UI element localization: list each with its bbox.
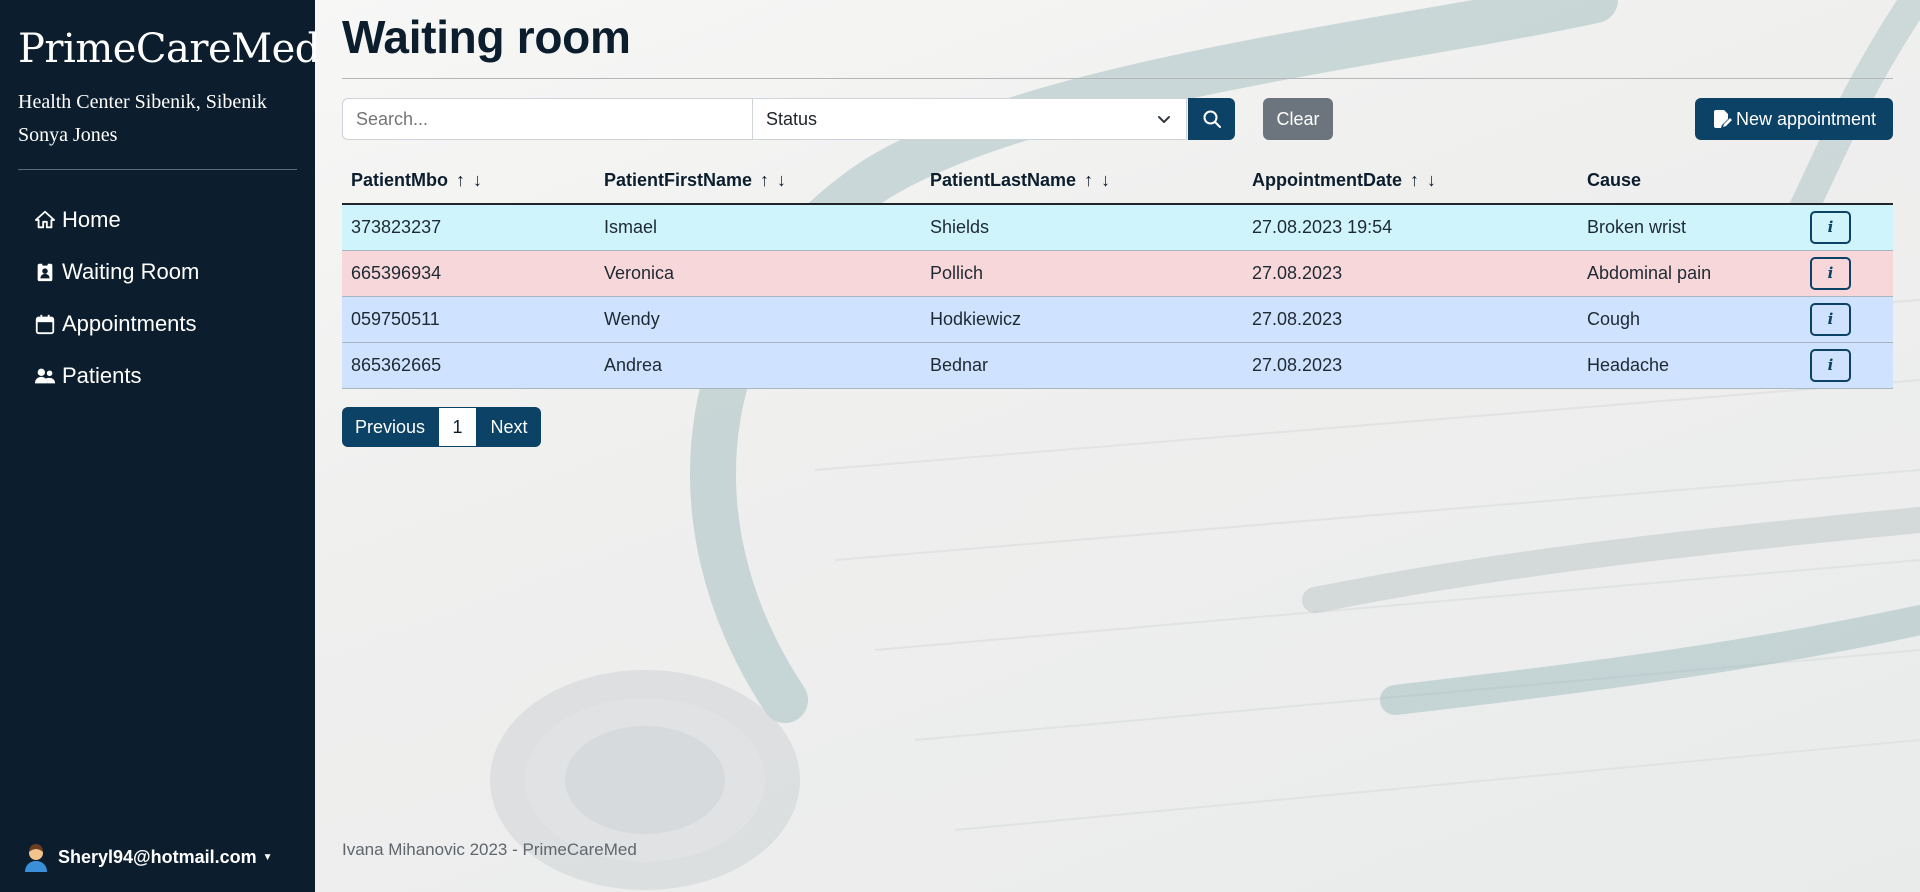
home-icon bbox=[34, 209, 60, 231]
previous-page-button[interactable]: Previous bbox=[342, 407, 438, 447]
cell-cause: Broken wrist bbox=[1578, 204, 1801, 251]
sort-asc-icon[interactable]: ↑ bbox=[456, 170, 465, 191]
file-edit-icon bbox=[1713, 110, 1732, 128]
cell-first-name: Ismael bbox=[595, 204, 921, 251]
info-button[interactable]: i bbox=[1810, 302, 1851, 336]
clear-button[interactable]: Clear bbox=[1263, 98, 1333, 140]
users-icon bbox=[34, 365, 60, 387]
sidebar-item-patients[interactable]: Patients bbox=[34, 350, 199, 402]
sort-asc-icon[interactable]: ↑ bbox=[760, 170, 769, 191]
health-center-label: Health Center Sibenik, Sibenik bbox=[18, 91, 267, 113]
cell-patient-mbo: 373823237 bbox=[342, 204, 595, 251]
column-header-patient-mbo: PatientMbo ↑ ↓ bbox=[342, 158, 595, 205]
sort-desc-icon[interactable]: ↓ bbox=[777, 170, 786, 191]
search-icon bbox=[1203, 110, 1221, 128]
brand-logo[interactable]: PrimeCareMed bbox=[18, 26, 320, 72]
cell-patient-mbo: 059750511 bbox=[342, 296, 595, 343]
cell-patient-mbo: 865362665 bbox=[342, 342, 595, 389]
status-select-value: Status bbox=[766, 108, 818, 129]
column-header-appointment-date: AppointmentDate ↑ ↓ bbox=[1243, 158, 1578, 205]
search-input[interactable] bbox=[342, 98, 753, 140]
cell-actions: i bbox=[1801, 250, 1893, 297]
next-page-button[interactable]: Next bbox=[477, 407, 541, 447]
cell-appointment-date: 27.08.2023 bbox=[1243, 250, 1578, 297]
cell-cause: Headache bbox=[1578, 342, 1801, 389]
sidebar-item-label: Waiting Room bbox=[62, 259, 200, 284]
sidebar-item-label: Appointments bbox=[62, 311, 197, 336]
info-button[interactable]: i bbox=[1810, 210, 1851, 244]
table-row: 865362665 Andrea Bednar 27.08.2023 Heada… bbox=[342, 342, 1893, 389]
user-name-label: Sonya Jones bbox=[18, 124, 118, 146]
caret-down-icon: ▼ bbox=[262, 851, 273, 863]
waiting-room-table: PatientMbo ↑ ↓ PatientFirstName ↑ ↓ PatientL… bbox=[342, 158, 1893, 389]
cell-last-name: Bednar bbox=[921, 342, 1243, 389]
account-dropdown[interactable]: Sheryl94@hotmail.com ▼ bbox=[22, 842, 273, 872]
pagination: Previous 1 Next bbox=[342, 407, 541, 447]
sidebar-item-label: Patients bbox=[62, 363, 142, 388]
table-row: 373823237 Ismael Shields 27.08.2023 19:5… bbox=[342, 204, 1893, 251]
cell-appointment-date: 27.08.2023 bbox=[1243, 296, 1578, 343]
cell-cause: Abdominal pain bbox=[1578, 250, 1801, 297]
sort-desc-icon[interactable]: ↓ bbox=[473, 170, 482, 191]
column-header-actions bbox=[1801, 158, 1893, 205]
table-row: 059750511 Wendy Hodkiewicz 27.08.2023 Co… bbox=[342, 296, 1893, 343]
cell-first-name: Wendy bbox=[595, 296, 921, 343]
cell-patient-mbo: 665396934 bbox=[342, 250, 595, 297]
id-badge-icon bbox=[34, 261, 60, 283]
sort-asc-icon[interactable]: ↑ bbox=[1084, 170, 1093, 191]
new-appointment-button[interactable]: New appointment bbox=[1695, 98, 1893, 140]
footer-text: Ivana Mihanovic 2023 - PrimeCareMed bbox=[342, 840, 637, 859]
sort-desc-icon[interactable]: ↓ bbox=[1427, 170, 1436, 191]
cell-last-name: Hodkiewicz bbox=[921, 296, 1243, 343]
table-header-row: PatientMbo ↑ ↓ PatientFirstName ↑ ↓ PatientL… bbox=[342, 158, 1893, 205]
facility-info: Health Center Sibenik, Sibenik Sonya Jon… bbox=[18, 86, 267, 152]
sidebar: PrimeCareMed Health Center Sibenik, Sibe… bbox=[0, 0, 320, 892]
calendar-icon bbox=[34, 313, 60, 335]
info-button[interactable]: i bbox=[1810, 256, 1851, 290]
cell-actions: i bbox=[1801, 342, 1893, 389]
sidebar-item-label: Home bbox=[62, 207, 121, 232]
title-divider bbox=[342, 78, 1893, 79]
chevron-down-icon bbox=[1158, 116, 1170, 123]
table-row: 665396934 Veronica Pollich 27.08.2023 Ab… bbox=[342, 250, 1893, 297]
sort-asc-icon[interactable]: ↑ bbox=[1410, 170, 1419, 191]
column-header-last-name: PatientLastName ↑ ↓ bbox=[921, 158, 1243, 205]
cell-appointment-date: 27.08.2023 19:54 bbox=[1243, 204, 1578, 251]
cell-last-name: Pollich bbox=[921, 250, 1243, 297]
column-header-cause: Cause bbox=[1578, 158, 1801, 205]
status-select[interactable]: Status bbox=[752, 98, 1187, 140]
sidebar-nav: Home Waiting Room Appointments Patients bbox=[34, 194, 199, 402]
page-title: Waiting room bbox=[342, 11, 631, 63]
page-number-button[interactable]: 1 bbox=[438, 407, 477, 447]
sort-desc-icon[interactable]: ↓ bbox=[1101, 170, 1110, 191]
cell-appointment-date: 27.08.2023 bbox=[1243, 342, 1578, 389]
cell-first-name: Veronica bbox=[595, 250, 921, 297]
info-button[interactable]: i bbox=[1810, 348, 1851, 382]
cell-actions: i bbox=[1801, 204, 1893, 251]
account-email: Sheryl94@hotmail.com bbox=[58, 846, 257, 867]
sidebar-divider bbox=[18, 169, 297, 170]
sidebar-item-waiting-room[interactable]: Waiting Room bbox=[34, 246, 199, 298]
new-appointment-label: New appointment bbox=[1735, 108, 1877, 129]
search-button[interactable] bbox=[1188, 98, 1235, 140]
sidebar-item-home[interactable]: Home bbox=[34, 194, 199, 246]
sidebar-item-appointments[interactable]: Appointments bbox=[34, 298, 199, 350]
cell-first-name: Andrea bbox=[595, 342, 921, 389]
column-header-first-name: PatientFirstName ↑ ↓ bbox=[595, 158, 921, 205]
cell-cause: Cough bbox=[1578, 296, 1801, 343]
filter-toolbar: Status Clear New appointment bbox=[342, 98, 1893, 140]
cell-actions: i bbox=[1801, 296, 1893, 343]
user-avatar-icon bbox=[25, 844, 47, 872]
cell-last-name: Shields bbox=[921, 204, 1243, 251]
